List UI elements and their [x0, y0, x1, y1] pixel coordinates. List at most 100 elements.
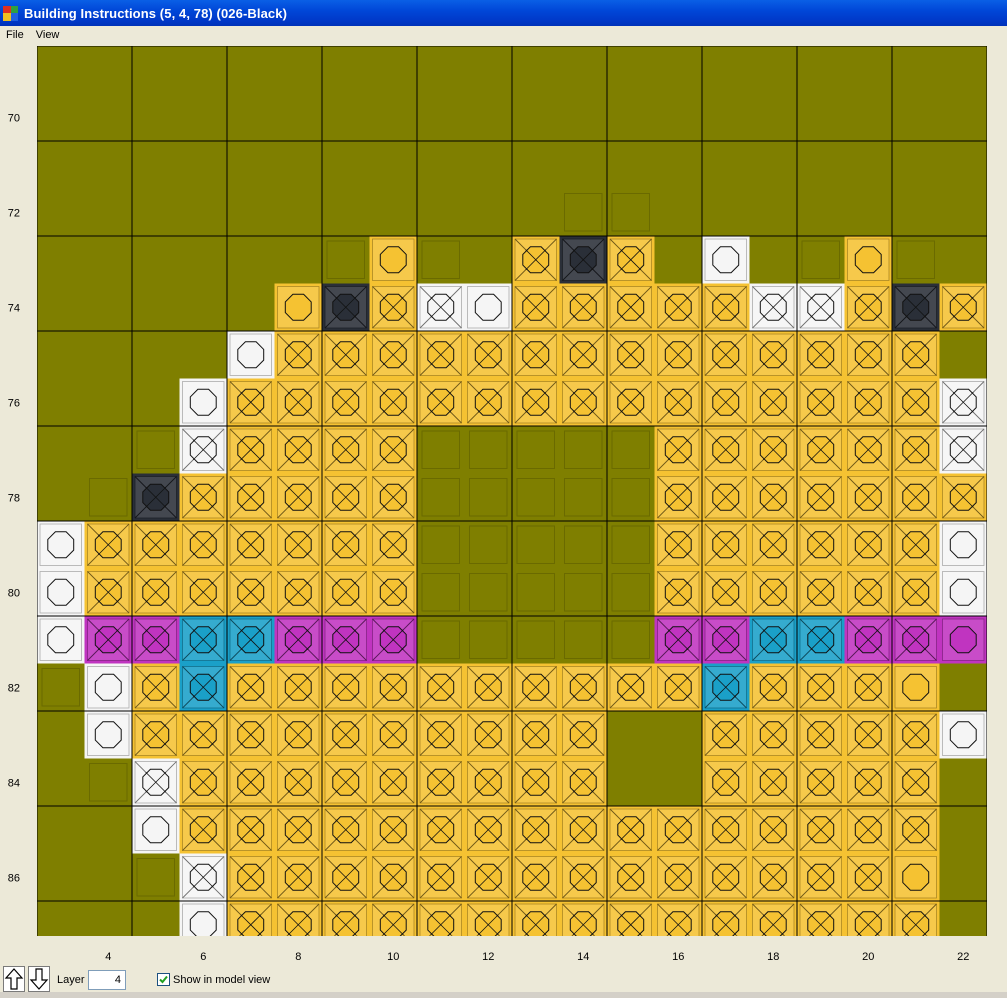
- building-grid-area[interactable]: 4 6 8 10 12 14 16 18 20 22 70 72 74 76 78 80 82 84 86: [0, 44, 1007, 964]
- brick-y: [274, 283, 322, 331]
- brick-y: [559, 853, 607, 901]
- brick-y: [749, 806, 797, 854]
- brick-y: [84, 568, 132, 616]
- menu-view[interactable]: View: [30, 29, 66, 41]
- brick-y: [227, 806, 275, 854]
- brick-y: [702, 901, 750, 936]
- brick-y: [702, 426, 750, 474]
- brick-y: [654, 521, 702, 569]
- brick-y: [512, 806, 560, 854]
- brick-y: [369, 568, 417, 616]
- brick-w: [939, 568, 987, 616]
- brick-y: [274, 711, 322, 759]
- brick-y: [464, 806, 512, 854]
- brick-y: [322, 853, 370, 901]
- y-tick-label: 76: [8, 397, 20, 409]
- brick-m: [844, 616, 892, 664]
- brick-y: [797, 758, 845, 806]
- brick-y: [322, 711, 370, 759]
- brick-m: [132, 616, 180, 664]
- layer-down-button[interactable]: [28, 966, 50, 992]
- brick-w: [179, 426, 227, 474]
- brick-w: [84, 663, 132, 711]
- brick-y: [892, 426, 940, 474]
- brick-w: [179, 378, 227, 426]
- brick-y: [702, 521, 750, 569]
- building-grid[interactable]: 4 6 8 10 12 14 16 18 20 22 70 72 74 76 78 80 82 84 86: [0, 44, 1007, 964]
- brick-y: [369, 426, 417, 474]
- x-tick-label: 20: [862, 951, 874, 963]
- brick-k: [132, 473, 180, 521]
- brick-y: [417, 806, 465, 854]
- brick-y: [227, 473, 275, 521]
- brick-y: [559, 331, 607, 379]
- brick-y: [512, 853, 560, 901]
- window-title: Building Instructions (5, 4, 78) (026-Bl…: [24, 5, 288, 21]
- brick-y: [512, 663, 560, 711]
- brick-y: [464, 663, 512, 711]
- brick-y: [749, 521, 797, 569]
- brick-y: [797, 426, 845, 474]
- brick-y: [702, 473, 750, 521]
- brick-y: [369, 283, 417, 331]
- brick-y: [417, 758, 465, 806]
- show-in-model-checkbox[interactable]: [157, 973, 170, 986]
- brick-y: [179, 521, 227, 569]
- x-tick-label: 6: [200, 951, 206, 963]
- brick-y: [274, 806, 322, 854]
- brick-y: [797, 378, 845, 426]
- layer-up-button[interactable]: [3, 966, 25, 992]
- brick-w: [939, 521, 987, 569]
- brick-y: [607, 806, 655, 854]
- brick-y: [369, 236, 417, 284]
- brick-y: [512, 378, 560, 426]
- brick-y: [797, 901, 845, 936]
- brick-y: [607, 853, 655, 901]
- brick-y: [702, 711, 750, 759]
- brick-y: [132, 568, 180, 616]
- brick-y: [654, 283, 702, 331]
- brick-y: [417, 853, 465, 901]
- brick-y: [227, 758, 275, 806]
- brick-y: [464, 331, 512, 379]
- show-in-model-label[interactable]: Show in model view: [173, 974, 270, 986]
- brick-y: [179, 711, 227, 759]
- brick-y: [844, 283, 892, 331]
- brick-m: [369, 616, 417, 664]
- brick-w: [37, 521, 85, 569]
- brick-y: [322, 663, 370, 711]
- y-tick-label: 80: [8, 587, 20, 599]
- brick-y: [369, 521, 417, 569]
- brick-y: [797, 663, 845, 711]
- y-tick-label: 86: [8, 872, 20, 884]
- brick-y: [749, 758, 797, 806]
- layer-input[interactable]: [88, 970, 126, 990]
- brick-y: [417, 901, 465, 936]
- brick-y: [227, 711, 275, 759]
- brick-w: [749, 283, 797, 331]
- brick-y: [274, 568, 322, 616]
- brick-y: [274, 901, 322, 936]
- brick-y: [274, 758, 322, 806]
- brick-y: [512, 283, 560, 331]
- brick-y: [702, 331, 750, 379]
- brick-m: [702, 616, 750, 664]
- app-icon: [3, 5, 18, 21]
- brick-y: [512, 331, 560, 379]
- brick-y: [322, 521, 370, 569]
- brick-y: [654, 901, 702, 936]
- brick-y: [464, 711, 512, 759]
- menu-bar: File View: [0, 26, 1007, 44]
- layer-label: Layer: [57, 974, 85, 986]
- brick-y: [797, 853, 845, 901]
- brick-y: [892, 521, 940, 569]
- brick-y: [274, 331, 322, 379]
- brick-y: [369, 758, 417, 806]
- brick-w: [939, 426, 987, 474]
- menu-file[interactable]: File: [0, 29, 30, 41]
- y-tick-label: 78: [8, 492, 20, 504]
- x-tick-label: 4: [105, 951, 111, 963]
- brick-y: [369, 473, 417, 521]
- brick-y: [179, 758, 227, 806]
- x-tick-label: 8: [295, 951, 301, 963]
